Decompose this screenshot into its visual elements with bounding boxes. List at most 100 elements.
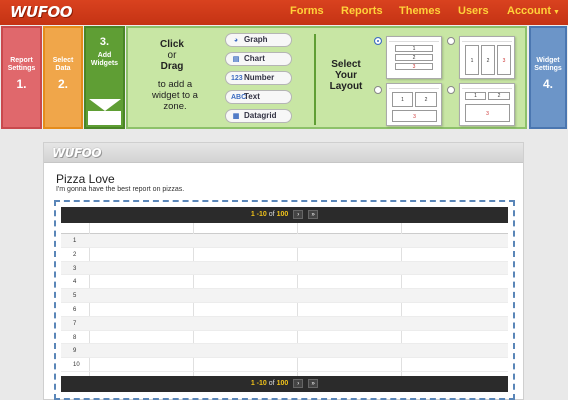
active-step-arrow-icon xyxy=(89,99,121,111)
row-number: 3 xyxy=(73,265,77,272)
pager-total: 100 xyxy=(276,380,289,387)
pager-range: 1 -10 xyxy=(250,380,267,387)
step-number: 3. xyxy=(99,36,110,48)
wufoo-logo[interactable]: WUFOO xyxy=(10,3,72,21)
row-number: 10 xyxy=(73,362,80,369)
table-row: 4 xyxy=(61,275,508,290)
datagrid-rows: 1 2 3 4 5 6 7 8 9 10 xyxy=(61,234,508,372)
table-row: 6 xyxy=(61,303,508,317)
table-row: 10 xyxy=(61,358,508,372)
layout-header-bar xyxy=(389,39,439,42)
widget-chart-button[interactable]: ▤ Chart xyxy=(225,52,292,66)
pager-next-button[interactable]: › xyxy=(293,209,304,219)
text-icon: ABC xyxy=(231,94,247,101)
top-nav-bar: WUFOO Forms Reports Themes Users Account… xyxy=(0,0,568,25)
layout-option-2[interactable]: 1 2 3 xyxy=(459,36,515,79)
widget-graph-button[interactable]: ◕ Graph xyxy=(225,33,292,47)
layout-radio-2[interactable] xyxy=(447,37,455,45)
row-number: 4 xyxy=(73,279,77,286)
nav-users[interactable]: Users xyxy=(458,5,489,17)
row-number: 2 xyxy=(73,251,77,258)
layout-zone: 1 xyxy=(465,92,486,100)
report-logo: WUFOO xyxy=(52,146,102,160)
number-icon: 123 xyxy=(231,75,243,82)
row-number: 5 xyxy=(73,293,77,300)
datagrid-icon: ▦ xyxy=(232,113,240,120)
graph-icon: ◕ xyxy=(233,37,239,44)
click-or-drag-heading: Click or Drag xyxy=(160,39,184,72)
table-row: 9 xyxy=(61,344,508,359)
step-title: Add Widgets xyxy=(90,52,119,67)
step-number: 1. xyxy=(16,77,27,91)
step-title: Select Data xyxy=(52,57,74,72)
layout-header-bar xyxy=(389,86,439,89)
layout-zone: 2 xyxy=(481,45,495,75)
pager-range: 1 -10 xyxy=(250,211,267,218)
layout-zone: 2 xyxy=(415,92,437,107)
layout-option-3[interactable]: 1 2 3 xyxy=(386,83,442,126)
step-select-data[interactable]: Select Data 2. xyxy=(43,26,83,129)
table-row: 5 xyxy=(61,289,508,303)
step-number: 4. xyxy=(542,77,553,91)
nav-themes[interactable]: Themes xyxy=(399,5,441,17)
widget-text-button[interactable]: ABCText xyxy=(225,90,292,104)
table-row: 8 xyxy=(61,331,508,345)
pager-last-button[interactable]: » xyxy=(308,209,319,219)
pager-of: of xyxy=(268,380,275,387)
pager-of: of xyxy=(268,211,275,218)
layout-radio-1[interactable] xyxy=(374,37,382,45)
select-layout-heading: Select Your Layout xyxy=(329,59,363,92)
step-widget-settings[interactable]: Widget Settings 4. xyxy=(529,26,567,129)
step-title: Report Settings xyxy=(7,57,36,72)
layout-zone: 2 xyxy=(395,54,433,61)
click-or-drag-instructions: to add a widget to a zone. xyxy=(152,79,198,112)
layout-zone: 3 xyxy=(392,110,437,122)
pager-next-button[interactable]: › xyxy=(293,378,304,388)
report-preview: WUFOO Pizza Love I'm gonna have the best… xyxy=(43,142,524,400)
row-number: 8 xyxy=(73,334,77,341)
report-title[interactable]: Pizza Love xyxy=(56,172,115,186)
panel-divider xyxy=(314,34,316,125)
pager-total: 100 xyxy=(276,211,289,218)
step-number: 2. xyxy=(57,77,68,91)
nav-reports[interactable]: Reports xyxy=(341,5,383,17)
widget-datagrid-button[interactable]: ▦ Datagrid xyxy=(225,109,292,123)
step-add-widgets[interactable]: 3. Add Widgets xyxy=(84,26,125,129)
layout-zone: 1 xyxy=(395,45,433,52)
chevron-down-icon: ▼ xyxy=(553,9,560,16)
report-wizard: Report Settings 1. Select Data 2. 3. Add Wi… xyxy=(0,25,568,129)
row-number: 6 xyxy=(73,306,77,313)
row-number: 9 xyxy=(73,348,77,355)
row-number: 7 xyxy=(73,320,77,327)
table-row: 1 xyxy=(61,234,508,248)
datagrid-widget[interactable]: 1 -10 of 100 › » 1 2 3 4 5 6 7 8 9 10 1 … xyxy=(61,207,508,392)
report-description[interactable]: I'm gonna have the best report on pizzas… xyxy=(56,186,184,193)
step-report-settings[interactable]: Report Settings 1. xyxy=(1,26,42,129)
widget-number-button[interactable]: 123Number xyxy=(225,71,292,85)
pager-bottom: 1 -10 of 100 › » xyxy=(61,376,508,392)
nav-account[interactable]: Account ▼ xyxy=(507,5,560,17)
layout-header-bar xyxy=(462,39,512,42)
widget-drop-zone[interactable]: 1 -10 of 100 › » 1 2 3 4 5 6 7 8 9 10 1 … xyxy=(54,200,515,400)
pager-last-button[interactable]: » xyxy=(308,378,319,388)
layout-radio-3[interactable] xyxy=(374,86,382,94)
add-widgets-panel: Click or Drag to add a widget to a zone.… xyxy=(126,26,527,129)
nav-forms[interactable]: Forms xyxy=(290,5,324,17)
step-title: Widget Settings xyxy=(534,57,562,72)
layout-zone: 3 xyxy=(395,63,433,70)
layout-header-bar xyxy=(462,86,512,89)
layout-zone: 1 xyxy=(465,45,479,75)
layout-radio-4[interactable] xyxy=(447,86,455,94)
layout-zone: 3 xyxy=(497,45,511,75)
row-number: 1 xyxy=(73,238,77,244)
layout-option-4[interactable]: 1 2 3 xyxy=(459,83,515,126)
layout-zone: 2 xyxy=(488,92,510,100)
layout-zone: 1 xyxy=(392,92,413,107)
active-step-tab xyxy=(88,111,121,125)
report-header: WUFOO xyxy=(44,143,523,163)
nav-account-label: Account xyxy=(507,5,551,17)
datagrid-header-row xyxy=(61,223,508,234)
table-row: 3 xyxy=(61,261,508,276)
pager-top: 1 -10 of 100 › » xyxy=(61,207,508,223)
layout-option-1[interactable]: 1 2 3 xyxy=(386,36,442,79)
